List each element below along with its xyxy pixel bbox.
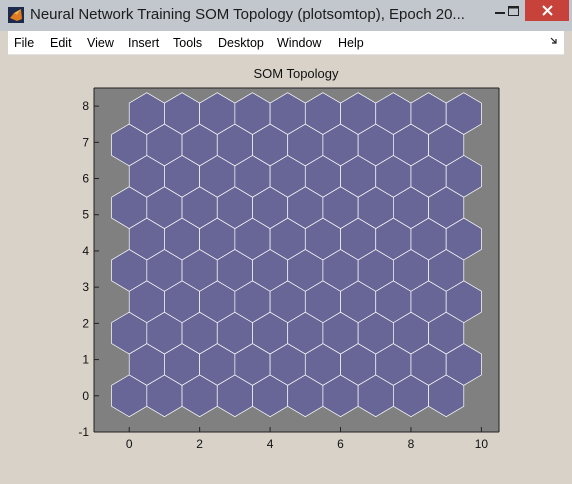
x-tick-label: 10 <box>475 437 489 451</box>
x-tick-label: 4 <box>267 437 274 451</box>
y-tick-label: 1 <box>82 353 89 367</box>
x-tick-label: 2 <box>196 437 203 451</box>
x-tick-label: 0 <box>126 437 133 451</box>
y-tick-label: 5 <box>82 208 89 222</box>
x-tick-label: 6 <box>337 437 344 451</box>
figure-window: Neural Network Training SOM Topology (pl… <box>0 0 572 484</box>
y-tick-label: -1 <box>78 425 89 439</box>
x-tick-label: 8 <box>408 437 415 451</box>
som-topology-plot: 0 2 4 6 8 10 -1 0 1 2 3 4 5 6 7 8 <box>78 87 500 451</box>
y-tick-label: 8 <box>82 99 89 113</box>
y-tick-label: 0 <box>82 389 89 403</box>
y-tick-label: 2 <box>82 316 89 330</box>
y-tick-label: 4 <box>82 244 89 258</box>
y-tick-label: 7 <box>82 135 89 149</box>
y-tick-label: 3 <box>82 280 89 294</box>
neuron-group <box>111 92 482 418</box>
y-tick-label: 6 <box>82 172 89 186</box>
